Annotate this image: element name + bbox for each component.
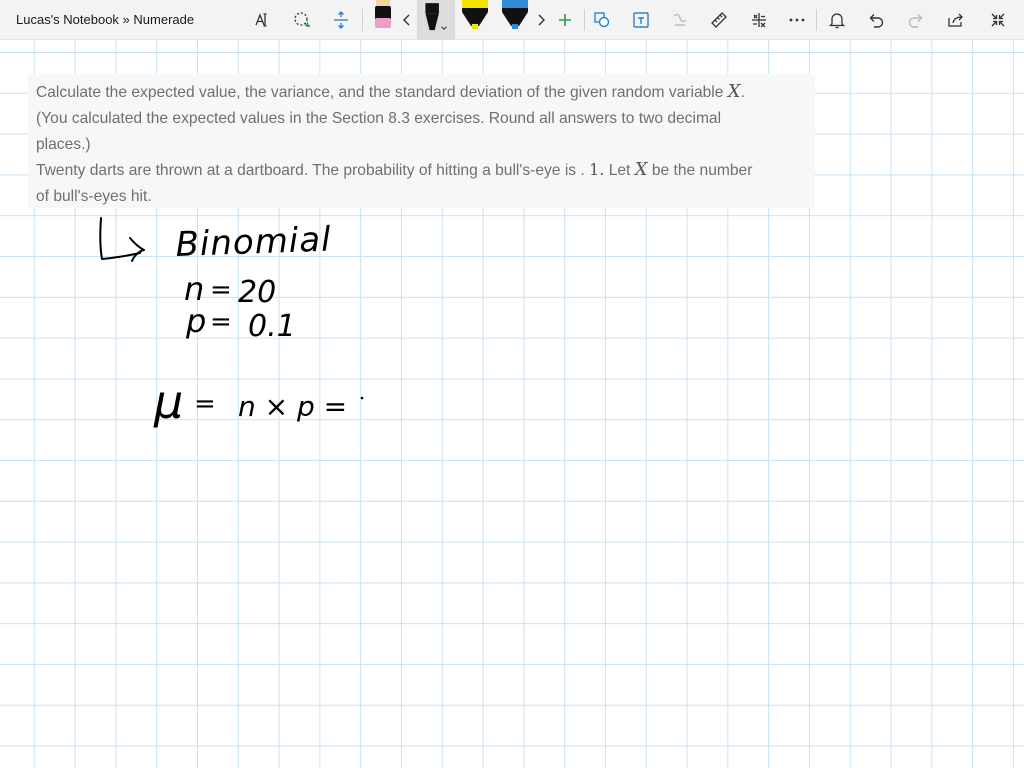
handwriting-layer: Binomial n = 20 p = 0.1 μ = n × p = — [99, 217, 364, 429]
ink-p-label: p — [185, 302, 206, 340]
ink-n-value: 20 — [238, 275, 276, 310]
arrow-head — [129, 237, 145, 262]
ink-mu-symbol: μ — [153, 375, 183, 429]
ink-p-value: 0.1 — [248, 309, 296, 344]
ink-dot — [360, 396, 364, 400]
ink-equals: = — [210, 275, 232, 305]
ink-equals: = — [210, 307, 232, 337]
arrow-stroke — [99, 217, 141, 260]
ink-formula: n × p = — [238, 390, 347, 423]
ink-binomial: Binomial — [175, 220, 332, 265]
ink-equals: = — [194, 389, 216, 419]
